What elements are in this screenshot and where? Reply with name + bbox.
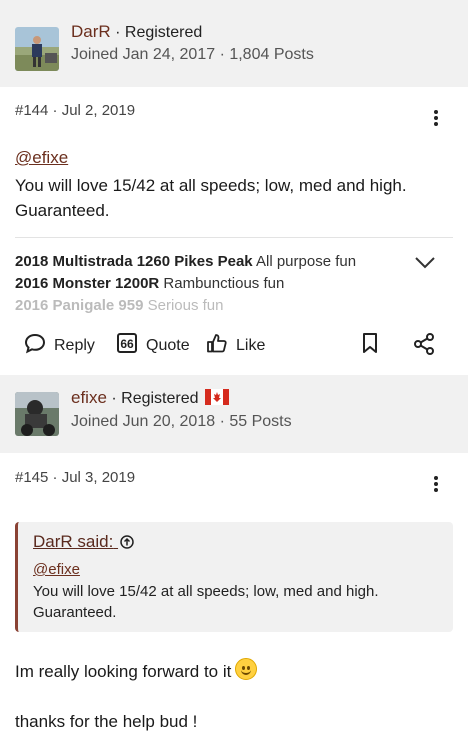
user-role: Registered bbox=[124, 24, 203, 41]
post-145-user-header: efixe · Registered Joined Jun 20, 2018 ·… bbox=[0, 375, 468, 453]
signature-line: 2016 Monster 1200R Rambunctious fun bbox=[15, 275, 285, 292]
kebab-menu-icon[interactable] bbox=[428, 107, 444, 129]
canada-flag-icon bbox=[205, 389, 230, 410]
post-number-date[interactable]: #144 · Jul 2, 2019 bbox=[15, 102, 135, 119]
join-info: Joined Jan 24, 2017 · 1,804 Posts bbox=[71, 46, 314, 63]
post-body-text: You will love 15/42 at all speeds; low, … bbox=[15, 176, 407, 220]
post-144-user-header: DarR · Registered Joined Jan 24, 2017 · … bbox=[0, 0, 468, 87]
quote-author-line[interactable]: DarR said: bbox=[33, 532, 134, 554]
reply-label: Reply bbox=[54, 336, 95, 354]
quote-block: DarR said: @efixe You will love 15/42 at… bbox=[15, 522, 453, 632]
quote-text: You will love 15/42 at all speeds; low, … bbox=[33, 583, 379, 621]
post-actions-bar: Reply 66 Quote Like bbox=[0, 326, 468, 362]
username-efixe-line: efixe · Registered bbox=[71, 388, 230, 410]
bookmark-icon[interactable] bbox=[360, 332, 380, 354]
arrow-up-circle-icon[interactable] bbox=[120, 534, 134, 554]
reply-button[interactable]: Reply bbox=[24, 332, 95, 359]
divider bbox=[15, 237, 453, 238]
quote-label: Quote bbox=[146, 336, 190, 354]
like-button[interactable]: Like bbox=[206, 332, 265, 359]
username-darr-line: DarR · Registered bbox=[71, 22, 203, 41]
smile-emoji-icon bbox=[235, 658, 258, 680]
join-info: Joined Jun 20, 2018 · 55 Posts bbox=[71, 413, 292, 430]
chevron-down-icon[interactable] bbox=[414, 256, 436, 275]
post-body-line: Im really looking forward to it bbox=[15, 658, 455, 684]
share-icon[interactable] bbox=[412, 332, 436, 356]
user-avatar-darr[interactable] bbox=[15, 27, 59, 71]
quote-icon: 66 bbox=[116, 332, 138, 359]
signature-line: 2016 Panigale 959 Serious fun bbox=[15, 297, 224, 313]
mention-link[interactable]: @efixe bbox=[15, 148, 68, 168]
quote-mention-link[interactable]: @efixe bbox=[33, 561, 80, 578]
signature-line: 2018 Multistrada 1260 Pikes Peak All pur… bbox=[15, 253, 357, 270]
like-icon bbox=[206, 332, 228, 359]
like-label: Like bbox=[236, 336, 266, 354]
post-number-date[interactable]: #145 · Jul 3, 2019 bbox=[15, 469, 135, 486]
username[interactable]: DarR bbox=[71, 22, 111, 41]
svg-text:66: 66 bbox=[120, 337, 134, 351]
quote-button[interactable]: 66 Quote bbox=[116, 332, 190, 359]
kebab-menu-icon[interactable] bbox=[428, 473, 444, 495]
username[interactable]: efixe bbox=[71, 388, 107, 407]
post-body-line: thanks for the help bud ! bbox=[15, 712, 198, 731]
user-role: Registered bbox=[121, 390, 199, 407]
signature-fade: 2016 Panigale 959 Serious fun bbox=[15, 295, 453, 313]
reply-icon bbox=[24, 332, 46, 359]
user-avatar-efixe[interactable] bbox=[15, 392, 59, 436]
